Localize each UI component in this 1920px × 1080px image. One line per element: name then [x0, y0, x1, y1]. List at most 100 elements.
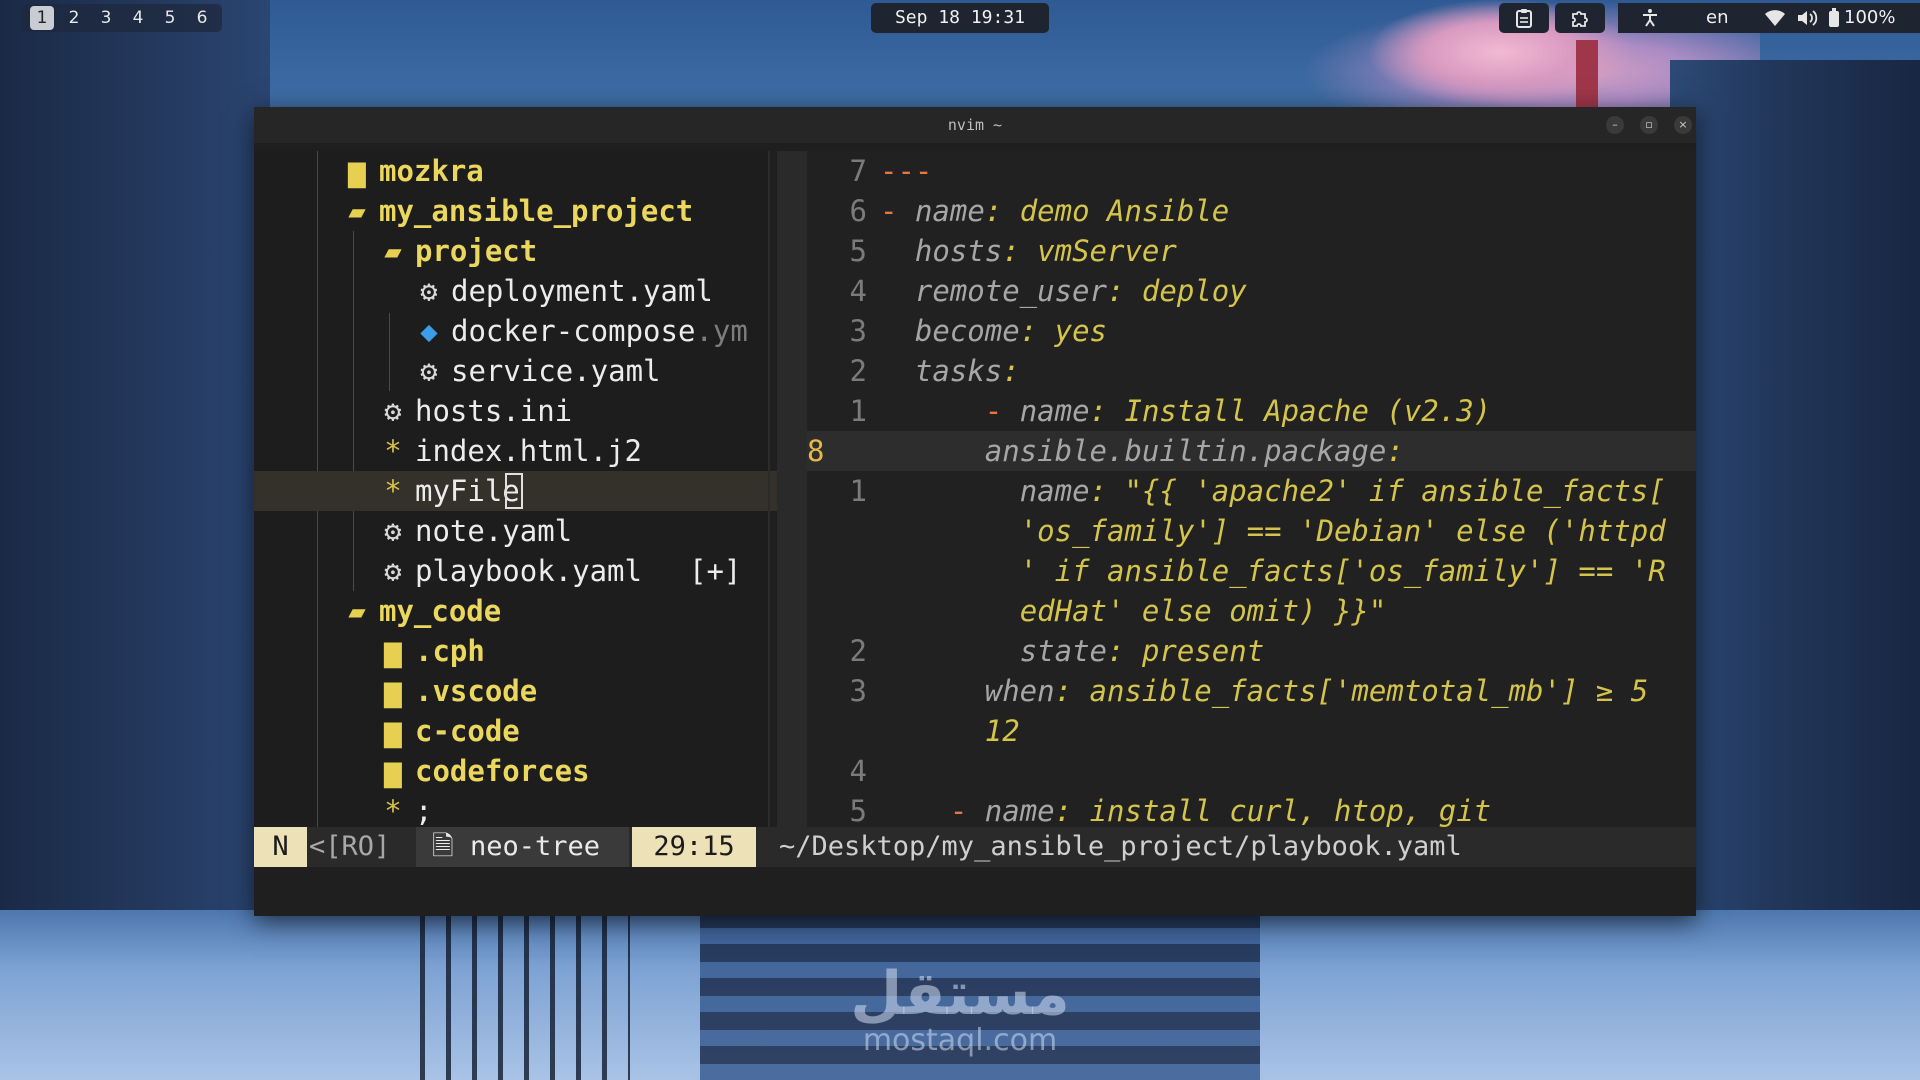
folder-icon: ▆ [384, 634, 402, 668]
code-line[interactable]: 4 [807, 751, 1696, 791]
tree-item-label: .vscode [415, 674, 538, 708]
code-text: remote_user: deploy [914, 274, 1247, 308]
code-line[interactable]: 8 ansible.builtin.package: [807, 431, 1696, 471]
language-indicator[interactable]: en [1706, 3, 1728, 33]
file-tree: ▆ mozkra ▰ my_ansible_project ▰ project ⚙ de… [254, 151, 884, 828]
code-line[interactable]: 4 remote_user: deploy [807, 271, 1696, 311]
workspace-5[interactable]: 5 [154, 4, 186, 32]
tree-item-label: docker-compose.ym [451, 314, 748, 348]
code-line[interactable]: 3 when: ansible_facts['memtotal_mb'] ≥ 5 [807, 671, 1696, 711]
code-line[interactable]: 1 name: "{{ 'apache2' if ansible_facts[ [807, 471, 1696, 511]
workspace-1[interactable]: 1 [30, 6, 54, 30]
editor-pane[interactable]: 7 --- 6- name: demo Ansible 5 hosts: vmServ… [777, 151, 1696, 828]
volume-icon[interactable] [1796, 9, 1818, 27]
code-line[interactable]: 'os_family'] == 'Debian' else ('httpd [807, 511, 1696, 551]
line-number: 4 [849, 274, 867, 308]
line-number: 7 [849, 154, 867, 188]
line-number: 3 [849, 674, 867, 708]
tree-folder-my-ansible-project[interactable]: ▰ my_ansible_project [254, 191, 848, 231]
line-number: 4 [849, 754, 867, 788]
file-icon: 🗎 [432, 831, 454, 862]
code-line[interactable]: edHat' else omit) }}" [807, 591, 1696, 631]
wifi-icon[interactable] [1764, 9, 1786, 27]
code-text: ansible.builtin.package: [984, 434, 1404, 468]
status-line: N <[RO] 🗎 neo-tree 29:15 ~/Desktop/my_an… [254, 827, 1696, 867]
tree-item-label: project [415, 234, 538, 268]
buffer-name: 🗎 neo-tree [416, 827, 629, 867]
code-line[interactable]: 2 state: present [807, 631, 1696, 671]
cursor-position: 29:15 [632, 827, 756, 867]
code-text: - name: Install Apache (v2.3) [984, 394, 1492, 428]
tree-item-label: .cph [415, 634, 485, 668]
tree-item-label: c-code [415, 714, 520, 748]
file-path: ~/Desktop/my_ansible_project/playbook.ya… [779, 831, 1462, 862]
accessibility-icon[interactable] [1640, 8, 1660, 28]
battery-icon[interactable] [1828, 8, 1840, 28]
code-line[interactable]: 6 - name: demo Ansible [807, 191, 1696, 231]
text-cursor [505, 473, 523, 509]
tree-item-label: mozkra [379, 154, 484, 188]
line-number: 5 [849, 234, 867, 268]
line-number: 1 [849, 394, 867, 428]
code-line[interactable]: 3 become: yes [807, 311, 1696, 351]
workspace-switcher: 1 2 3 4 5 6 [22, 4, 222, 32]
workspace-6[interactable]: 6 [186, 4, 218, 32]
folder-open-icon: ▰ [384, 234, 402, 268]
code-text: hosts: vmServer [914, 234, 1177, 268]
command-line[interactable] [254, 867, 1696, 916]
clipboard-button[interactable] [1499, 3, 1549, 33]
tree-item-label: playbook.yaml [415, 554, 642, 588]
watermark-latin: mostaql.com [862, 1023, 1058, 1058]
code-text: edHat' else omit) }}" [1019, 594, 1387, 628]
line-number: 8 [807, 434, 825, 468]
window-titlebar[interactable]: nvim ~ – ▫ × [254, 107, 1696, 143]
code-line[interactable]: 7 --- [807, 151, 1696, 191]
tree-folder-my-code[interactable]: ▰ my_code [254, 591, 848, 631]
terminal-window: nvim ~ – ▫ × ▆ mozkra ▰ my_ansible_project… [254, 107, 1696, 916]
gear-icon: ⚙ [420, 354, 438, 388]
workspace-2[interactable]: 2 [58, 4, 90, 32]
clipboard-icon [1516, 9, 1532, 28]
code-text: 'os_family'] == 'Debian' else ('httpd [1019, 514, 1666, 548]
line-number: 2 [849, 634, 867, 668]
tree-item-label: ; [415, 794, 433, 828]
close-button[interactable]: × [1674, 116, 1692, 134]
system-tray[interactable]: en 100% [1618, 3, 1920, 33]
tree-item-label: codeforces [415, 754, 590, 788]
tree-item-label: service.yaml [451, 354, 661, 388]
maximize-icon: ▫ [1645, 118, 1653, 131]
folder-open-icon: ▰ [348, 594, 366, 628]
workspace-4[interactable]: 4 [122, 4, 154, 32]
tree-item-label: hosts.ini [415, 394, 573, 428]
star-icon: * [384, 794, 402, 828]
code-line[interactable]: 2 tasks: [807, 351, 1696, 391]
folder-icon: ▆ [384, 754, 402, 788]
code-text: name: "{{ 'apache2' if ansible_facts[ [1019, 474, 1666, 508]
workspace-3[interactable]: 3 [90, 4, 122, 32]
code-text: --- [880, 154, 933, 188]
code-line[interactable]: 5 hosts: vmServer [807, 231, 1696, 271]
line-number: 6 [849, 194, 867, 228]
maximize-button[interactable]: ▫ [1640, 116, 1658, 134]
docker-icon: ◆ [420, 314, 438, 348]
code-line[interactable]: 5 - name: install curl, htop, git [807, 791, 1696, 831]
code-line[interactable]: ' if ansible_facts['os_family'] == 'R [807, 551, 1696, 591]
code-text: ' if ansible_facts['os_family'] == 'R [1019, 554, 1666, 588]
pane-separator[interactable] [768, 151, 770, 827]
battery-percentage: 100% [1844, 7, 1896, 28]
code-text: become: yes [914, 314, 1108, 348]
tree-folder-mozkra[interactable]: ▆ mozkra [254, 151, 848, 191]
minimize-icon: – [1612, 118, 1618, 131]
clock[interactable]: Sep 18 19:31 [871, 3, 1049, 33]
gear-icon: ⚙ [384, 394, 402, 428]
gear-icon: ⚙ [420, 274, 438, 308]
minimize-button[interactable]: – [1606, 116, 1624, 134]
code-line[interactable]: 1 - name: Install Apache (v2.3) [807, 391, 1696, 431]
tree-item-label: my_ansible_project [379, 194, 694, 228]
line-number: 1 [849, 474, 867, 508]
line-number: 3 [849, 314, 867, 348]
watermark-arabic: مستقل [850, 959, 1070, 1029]
code-line[interactable]: 12 [807, 711, 1696, 751]
extensions-button[interactable] [1555, 3, 1605, 33]
sign-column [777, 151, 807, 827]
